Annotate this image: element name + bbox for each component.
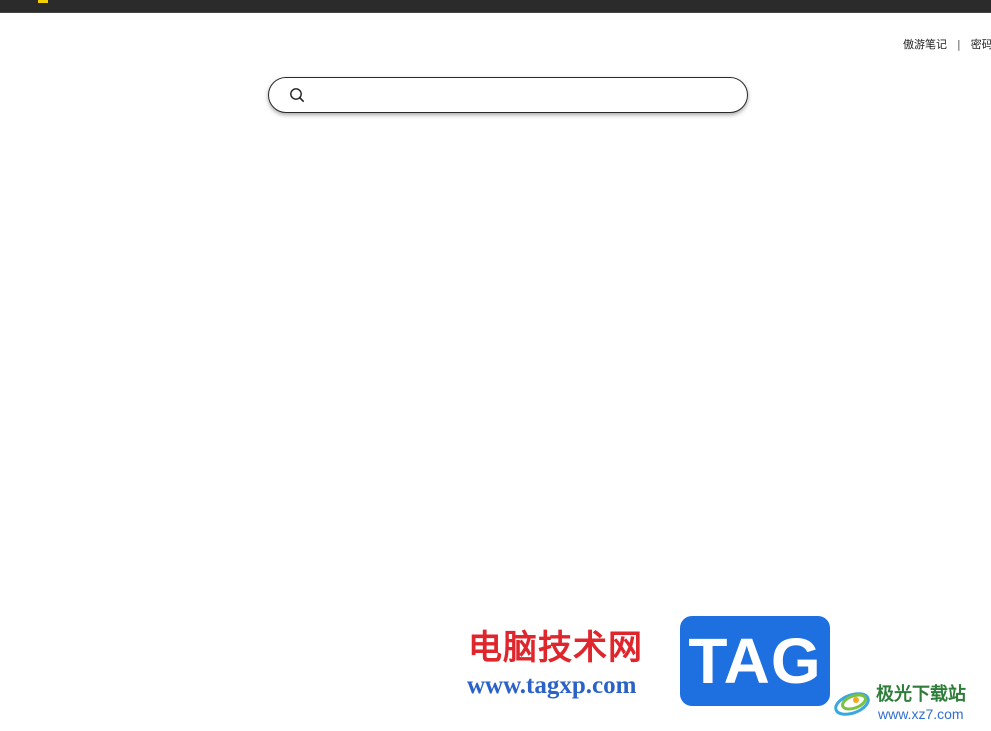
- browser-top-bar: [0, 0, 991, 13]
- watermark-site-name: 极光下载站: [876, 684, 966, 705]
- top-links: 傲游笔记 | 密码: [903, 38, 991, 52]
- link-separator: |: [957, 38, 961, 51]
- search-icon[interactable]: [289, 87, 305, 103]
- watermark-tag-badge: TAG: [680, 616, 830, 706]
- tab-indicator: [38, 0, 48, 3]
- search-input[interactable]: [315, 84, 729, 108]
- password-link[interactable]: 密码: [971, 38, 991, 51]
- watermark-url: www.tagxp.com: [467, 672, 637, 699]
- notes-link[interactable]: 傲游笔记: [903, 38, 947, 51]
- search-box[interactable]: [268, 77, 748, 113]
- watermark-title: 电脑技术网: [468, 628, 643, 668]
- watermark-site-url: www.xz7.com: [878, 706, 964, 722]
- aurora-logo-icon: [834, 692, 870, 716]
